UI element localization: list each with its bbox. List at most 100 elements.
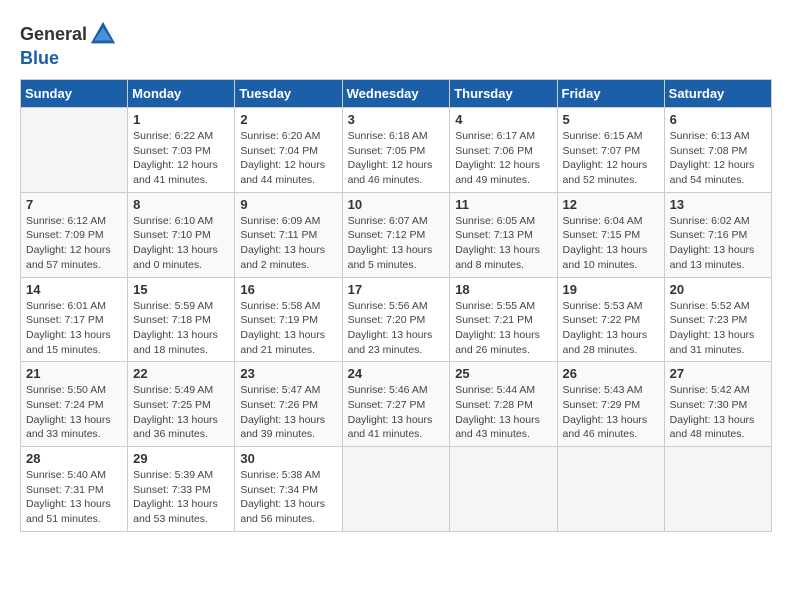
day-info: Sunrise: 6:17 AMSunset: 7:06 PMDaylight:…	[455, 129, 551, 188]
calendar-cell: 11 Sunrise: 6:05 AMSunset: 7:13 PMDayligh…	[450, 192, 557, 277]
day-info: Sunrise: 6:07 AMSunset: 7:12 PMDaylight:…	[348, 214, 445, 273]
calendar-week-row: 1 Sunrise: 6:22 AMSunset: 7:03 PMDaylight…	[21, 108, 772, 193]
day-info: Sunrise: 6:04 AMSunset: 7:15 PMDaylight:…	[563, 214, 659, 273]
calendar-cell: 18 Sunrise: 5:55 AMSunset: 7:21 PMDayligh…	[450, 277, 557, 362]
logo: General Blue	[20, 20, 117, 69]
day-info: Sunrise: 6:12 AMSunset: 7:09 PMDaylight:…	[26, 214, 122, 273]
calendar-cell: 23 Sunrise: 5:47 AMSunset: 7:26 PMDayligh…	[235, 362, 342, 447]
calendar-cell: 4 Sunrise: 6:17 AMSunset: 7:06 PMDaylight…	[450, 108, 557, 193]
day-number: 29	[133, 451, 229, 466]
day-number: 25	[455, 366, 551, 381]
calendar-cell: 12 Sunrise: 6:04 AMSunset: 7:15 PMDayligh…	[557, 192, 664, 277]
day-number: 4	[455, 112, 551, 127]
day-number: 16	[240, 282, 336, 297]
day-info: Sunrise: 6:18 AMSunset: 7:05 PMDaylight:…	[348, 129, 445, 188]
calendar-cell: 27 Sunrise: 5:42 AMSunset: 7:30 PMDayligh…	[664, 362, 771, 447]
day-info: Sunrise: 5:39 AMSunset: 7:33 PMDaylight:…	[133, 468, 229, 527]
day-info: Sunrise: 5:49 AMSunset: 7:25 PMDaylight:…	[133, 383, 229, 442]
calendar-cell: 22 Sunrise: 5:49 AMSunset: 7:25 PMDayligh…	[128, 362, 235, 447]
day-info: Sunrise: 5:52 AMSunset: 7:23 PMDaylight:…	[670, 299, 766, 358]
day-info: Sunrise: 6:22 AMSunset: 7:03 PMDaylight:…	[133, 129, 229, 188]
calendar-cell: 7Sunrise: 6:12 AMSunset: 7:09 PMDaylight…	[21, 192, 128, 277]
calendar-cell	[557, 447, 664, 532]
calendar-cell: 30Sunrise: 5:38 AMSunset: 7:34 PMDayligh…	[235, 447, 342, 532]
day-info: Sunrise: 6:10 AMSunset: 7:10 PMDaylight:…	[133, 214, 229, 273]
calendar-week-row: 28 Sunrise: 5:40 AMSunset: 7:31 PMDayligh…	[21, 447, 772, 532]
day-info: Sunrise: 5:53 AMSunset: 7:22 PMDaylight:…	[563, 299, 659, 358]
calendar-week-row: 21Sunrise: 5:50 AMSunset: 7:24 PMDayligh…	[21, 362, 772, 447]
logo-icon	[89, 20, 117, 48]
day-info: Sunrise: 5:43 AMSunset: 7:29 PMDaylight:…	[563, 383, 659, 442]
logo-general-text: General	[20, 24, 87, 45]
day-number: 17	[348, 282, 445, 297]
day-number: 2	[240, 112, 336, 127]
day-info: Sunrise: 5:42 AMSunset: 7:30 PMDaylight:…	[670, 383, 766, 442]
calendar-cell: 10 Sunrise: 6:07 AMSunset: 7:12 PMDayligh…	[342, 192, 450, 277]
day-number: 13	[670, 197, 766, 212]
day-info: Sunrise: 5:44 AMSunset: 7:28 PMDaylight:…	[455, 383, 551, 442]
day-number: 18	[455, 282, 551, 297]
weekday-header: Thursday	[450, 80, 557, 108]
weekday-header: Monday	[128, 80, 235, 108]
page-header: General Blue	[20, 20, 772, 69]
calendar-cell: 13 Sunrise: 6:02 AMSunset: 7:16 PMDayligh…	[664, 192, 771, 277]
calendar-cell: 26 Sunrise: 5:43 AMSunset: 7:29 PMDayligh…	[557, 362, 664, 447]
calendar-cell: 14Sunrise: 6:01 AMSunset: 7:17 PMDayligh…	[21, 277, 128, 362]
day-number: 9	[240, 197, 336, 212]
day-info: Sunrise: 5:59 AMSunset: 7:18 PMDaylight:…	[133, 299, 229, 358]
day-number: 1	[133, 112, 229, 127]
calendar-cell: 1 Sunrise: 6:22 AMSunset: 7:03 PMDaylight…	[128, 108, 235, 193]
day-number: 11	[455, 197, 551, 212]
day-info: Sunrise: 6:05 AMSunset: 7:13 PMDaylight:…	[455, 214, 551, 273]
calendar-cell: 20Sunrise: 5:52 AMSunset: 7:23 PMDayligh…	[664, 277, 771, 362]
calendar-cell	[664, 447, 771, 532]
calendar-cell: 25 Sunrise: 5:44 AMSunset: 7:28 PMDayligh…	[450, 362, 557, 447]
calendar-cell: 16Sunrise: 5:58 AMSunset: 7:19 PMDayligh…	[235, 277, 342, 362]
calendar-header-row: SundayMondayTuesdayWednesdayThursdayFrid…	[21, 80, 772, 108]
day-number: 27	[670, 366, 766, 381]
day-info: Sunrise: 6:15 AMSunset: 7:07 PMDaylight:…	[563, 129, 659, 188]
calendar-cell: 6Sunrise: 6:13 AMSunset: 7:08 PMDaylight…	[664, 108, 771, 193]
calendar-cell: 24 Sunrise: 5:46 AMSunset: 7:27 PMDayligh…	[342, 362, 450, 447]
day-number: 15	[133, 282, 229, 297]
day-number: 10	[348, 197, 445, 212]
day-info: Sunrise: 5:50 AMSunset: 7:24 PMDaylight:…	[26, 383, 122, 442]
day-info: Sunrise: 5:38 AMSunset: 7:34 PMDaylight:…	[240, 468, 336, 527]
calendar-cell: 19 Sunrise: 5:53 AMSunset: 7:22 PMDayligh…	[557, 277, 664, 362]
calendar-cell: 28 Sunrise: 5:40 AMSunset: 7:31 PMDayligh…	[21, 447, 128, 532]
day-info: Sunrise: 6:20 AMSunset: 7:04 PMDaylight:…	[240, 129, 336, 188]
weekday-header: Tuesday	[235, 80, 342, 108]
calendar-cell: 21Sunrise: 5:50 AMSunset: 7:24 PMDayligh…	[21, 362, 128, 447]
weekday-header: Saturday	[664, 80, 771, 108]
logo-blue-text: Blue	[20, 48, 59, 69]
day-number: 12	[563, 197, 659, 212]
calendar-cell: 29 Sunrise: 5:39 AMSunset: 7:33 PMDayligh…	[128, 447, 235, 532]
calendar-cell: 2 Sunrise: 6:20 AMSunset: 7:04 PMDaylight…	[235, 108, 342, 193]
calendar-week-row: 7Sunrise: 6:12 AMSunset: 7:09 PMDaylight…	[21, 192, 772, 277]
day-number: 14	[26, 282, 122, 297]
day-info: Sunrise: 5:46 AMSunset: 7:27 PMDaylight:…	[348, 383, 445, 442]
day-number: 23	[240, 366, 336, 381]
day-number: 26	[563, 366, 659, 381]
calendar-cell: 5 Sunrise: 6:15 AMSunset: 7:07 PMDaylight…	[557, 108, 664, 193]
day-info: Sunrise: 5:55 AMSunset: 7:21 PMDaylight:…	[455, 299, 551, 358]
calendar-cell: 15 Sunrise: 5:59 AMSunset: 7:18 PMDayligh…	[128, 277, 235, 362]
day-info: Sunrise: 6:02 AMSunset: 7:16 PMDaylight:…	[670, 214, 766, 273]
day-info: Sunrise: 5:47 AMSunset: 7:26 PMDaylight:…	[240, 383, 336, 442]
day-info: Sunrise: 5:40 AMSunset: 7:31 PMDaylight:…	[26, 468, 122, 527]
day-number: 5	[563, 112, 659, 127]
day-info: Sunrise: 6:09 AMSunset: 7:11 PMDaylight:…	[240, 214, 336, 273]
calendar-table: SundayMondayTuesdayWednesdayThursdayFrid…	[20, 79, 772, 532]
calendar-cell: 8Sunrise: 6:10 AMSunset: 7:10 PMDaylight…	[128, 192, 235, 277]
day-info: Sunrise: 6:13 AMSunset: 7:08 PMDaylight:…	[670, 129, 766, 188]
day-number: 22	[133, 366, 229, 381]
day-info: Sunrise: 5:56 AMSunset: 7:20 PMDaylight:…	[348, 299, 445, 358]
calendar-cell: 9 Sunrise: 6:09 AMSunset: 7:11 PMDaylight…	[235, 192, 342, 277]
weekday-header: Friday	[557, 80, 664, 108]
day-number: 3	[348, 112, 445, 127]
day-number: 19	[563, 282, 659, 297]
calendar-week-row: 14Sunrise: 6:01 AMSunset: 7:17 PMDayligh…	[21, 277, 772, 362]
calendar-cell	[21, 108, 128, 193]
day-number: 28	[26, 451, 122, 466]
day-number: 24	[348, 366, 445, 381]
